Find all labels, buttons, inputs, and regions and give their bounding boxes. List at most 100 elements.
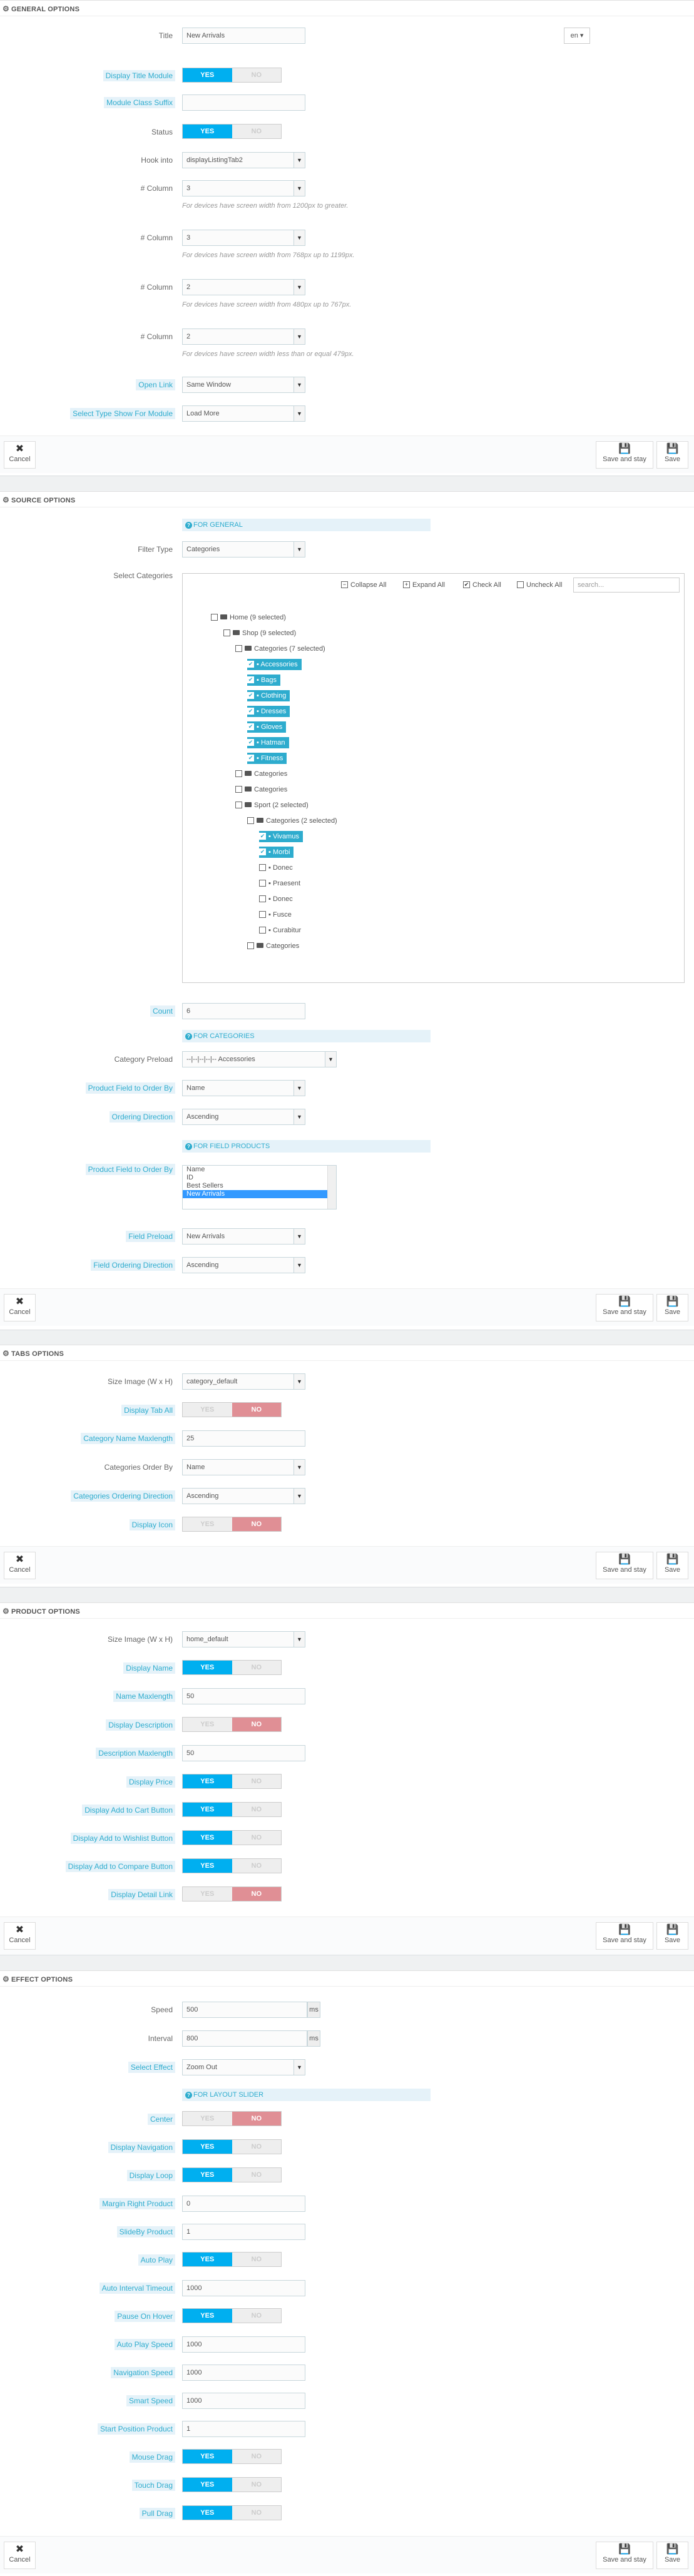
- yes-option[interactable]: YES: [183, 2478, 232, 2492]
- checkbox[interactable]: ✔: [247, 707, 254, 715]
- yes-option[interactable]: YES: [183, 68, 232, 82]
- slideby-input[interactable]: 1: [182, 2224, 305, 2240]
- product-size-image-select[interactable]: home_default ▼: [182, 1631, 305, 1647]
- tree-node-fusce[interactable]: ▪ Fusce: [259, 909, 292, 920]
- save-button[interactable]: 💾 Save: [656, 441, 688, 469]
- display-description-switch[interactable]: YES NO: [182, 1717, 282, 1732]
- yes-option[interactable]: YES: [183, 1403, 232, 1417]
- yes-option[interactable]: YES: [183, 1859, 232, 1873]
- checkbox[interactable]: [259, 926, 266, 934]
- scrollbar[interactable]: [327, 1166, 336, 1209]
- yes-option[interactable]: YES: [183, 2253, 232, 2266]
- tree-node-home[interactable]: Home (9 selected): [211, 612, 286, 623]
- checkbox[interactable]: [247, 817, 254, 824]
- yes-option[interactable]: YES: [183, 1718, 232, 1731]
- tree-node-categories[interactable]: Categories: [235, 768, 287, 780]
- checkbox[interactable]: ✔: [247, 738, 254, 746]
- interval-input[interactable]: 800: [182, 2030, 307, 2047]
- yes-option[interactable]: YES: [183, 2140, 232, 2154]
- yes-option[interactable]: YES: [183, 1774, 232, 1788]
- no-option[interactable]: NO: [232, 125, 281, 138]
- checkbox[interactable]: ✔: [247, 691, 254, 699]
- no-option[interactable]: NO: [232, 2168, 281, 2182]
- checkbox[interactable]: [235, 644, 242, 652]
- display-navigation-switch[interactable]: YES NO: [182, 2139, 282, 2154]
- tree-node-categories-7[interactable]: Categories (7 selected): [235, 643, 325, 654]
- pause-hover-switch[interactable]: YES NO: [182, 2308, 282, 2323]
- list-option[interactable]: Best Sellers: [183, 1182, 336, 1190]
- tree-node-gloves[interactable]: ✔ ▪ Gloves: [247, 721, 287, 733]
- checkbox[interactable]: ✔: [247, 754, 254, 761]
- tree-node-praesent[interactable]: ▪ Praesent: [259, 878, 300, 889]
- suffix-input[interactable]: [182, 94, 305, 111]
- yes-option[interactable]: YES: [183, 1661, 232, 1674]
- order-field-select[interactable]: Name ▼: [182, 1080, 305, 1096]
- save-button[interactable]: 💾 Save: [656, 2542, 688, 2569]
- tree-node-curabitur[interactable]: ▪ Curabitur: [259, 925, 301, 936]
- touch-drag-switch[interactable]: YES NO: [182, 2477, 282, 2492]
- no-option[interactable]: NO: [232, 2506, 281, 2520]
- column-select-1[interactable]: 3 ▼: [182, 180, 305, 196]
- tree-node-shop[interactable]: Shop (9 selected): [223, 628, 296, 639]
- tree-node-accessories[interactable]: ✔ ▪ Accessories: [247, 659, 302, 670]
- list-option[interactable]: Name: [183, 1166, 336, 1174]
- add-to-compare-switch[interactable]: YES NO: [182, 1858, 282, 1873]
- column-select-3[interactable]: 2 ▼: [182, 279, 305, 295]
- mouse-drag-switch[interactable]: YES NO: [182, 2449, 282, 2464]
- count-input[interactable]: 6: [182, 1003, 305, 1019]
- checkbox[interactable]: [235, 770, 242, 777]
- no-option[interactable]: NO: [232, 2140, 281, 2154]
- tree-node-dresses[interactable]: ✔ ▪ Dresses: [247, 706, 290, 717]
- display-price-switch[interactable]: YES NO: [182, 1774, 282, 1789]
- list-option[interactable]: ID: [183, 1174, 336, 1182]
- save-button[interactable]: 💾 Save: [656, 1922, 688, 1950]
- no-option[interactable]: NO: [232, 1831, 281, 1845]
- yes-option[interactable]: YES: [183, 1831, 232, 1845]
- speed-input[interactable]: 500: [182, 2002, 307, 2018]
- checkbox[interactable]: ✔: [259, 848, 266, 855]
- yes-option[interactable]: YES: [183, 2309, 232, 2323]
- cat-maxlength-input[interactable]: 25: [182, 1430, 305, 1447]
- cancel-button[interactable]: ✖ Cancel: [4, 2542, 36, 2569]
- checkbox[interactable]: [259, 910, 266, 918]
- display-loop-switch[interactable]: YES NO: [182, 2167, 282, 2182]
- tree-node-donec[interactable]: ▪ Donec: [259, 893, 293, 905]
- tree-node-categories-2[interactable]: Categories (2 selected): [247, 815, 337, 827]
- yes-option[interactable]: YES: [183, 2112, 232, 2125]
- checkbox[interactable]: [259, 863, 266, 871]
- uncheck-all-button[interactable]: Uncheck All: [517, 578, 562, 593]
- status-switch[interactable]: YES NO: [182, 124, 282, 139]
- hook-select[interactable]: displayListingTab2 ▼: [182, 152, 305, 168]
- tree-node-hatman[interactable]: ✔ ▪ Hatman: [247, 737, 289, 748]
- no-option[interactable]: NO: [232, 1661, 281, 1674]
- no-option[interactable]: NO: [232, 2309, 281, 2323]
- tree-search-input[interactable]: search...: [573, 578, 680, 593]
- no-option[interactable]: NO: [232, 2253, 281, 2266]
- yes-option[interactable]: YES: [183, 1517, 232, 1531]
- field-direction-select[interactable]: Ascending ▼: [182, 1257, 305, 1273]
- list-option-selected[interactable]: New Arrivals: [183, 1190, 336, 1198]
- save-and-stay-button[interactable]: 💾 Save and stay: [596, 1294, 653, 1321]
- display-icon-switch[interactable]: YES NO: [182, 1517, 282, 1532]
- center-switch[interactable]: YES NO: [182, 2111, 282, 2126]
- yes-option[interactable]: YES: [183, 1803, 232, 1816]
- no-option[interactable]: NO: [232, 2112, 281, 2125]
- no-option[interactable]: NO: [232, 1803, 281, 1816]
- cancel-button[interactable]: ✖ Cancel: [4, 441, 36, 469]
- checkbox[interactable]: ✔: [247, 676, 254, 683]
- tree-node-categories[interactable]: Categories: [247, 940, 299, 952]
- field-preload-select[interactable]: New Arrivals ▼: [182, 1228, 305, 1245]
- pull-drag-switch[interactable]: YES NO: [182, 2505, 282, 2520]
- display-title-switch[interactable]: YES NO: [182, 68, 282, 83]
- cancel-button[interactable]: ✖ Cancel: [4, 1922, 36, 1950]
- no-option[interactable]: NO: [232, 1774, 281, 1788]
- save-button[interactable]: 💾 Save: [656, 1294, 688, 1321]
- cancel-button[interactable]: ✖ Cancel: [4, 1552, 36, 1579]
- no-option[interactable]: NO: [232, 1403, 281, 1417]
- save-button[interactable]: 💾 Save: [656, 1552, 688, 1579]
- display-name-switch[interactable]: YES NO: [182, 1660, 282, 1675]
- auto-play-speed-input[interactable]: 1000: [182, 2336, 305, 2353]
- add-to-wishlist-switch[interactable]: YES NO: [182, 1830, 282, 1845]
- open-link-select[interactable]: Same Window ▼: [182, 377, 305, 393]
- tree-node-vivamus[interactable]: ✔ ▪ Vivamus: [259, 831, 303, 842]
